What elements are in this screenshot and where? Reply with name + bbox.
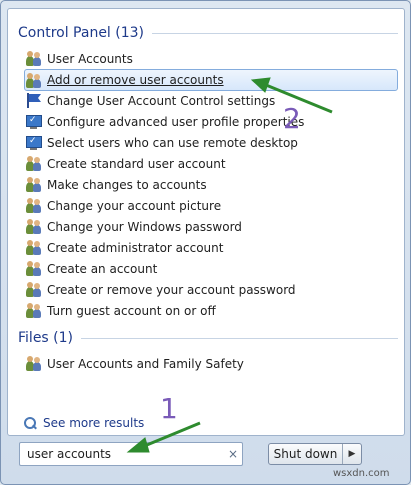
annotation-arrows xyxy=(126,77,333,453)
arrow-1 xyxy=(126,421,201,453)
arrow-2 xyxy=(250,77,333,114)
watermark: wsxdn.com xyxy=(333,468,390,479)
